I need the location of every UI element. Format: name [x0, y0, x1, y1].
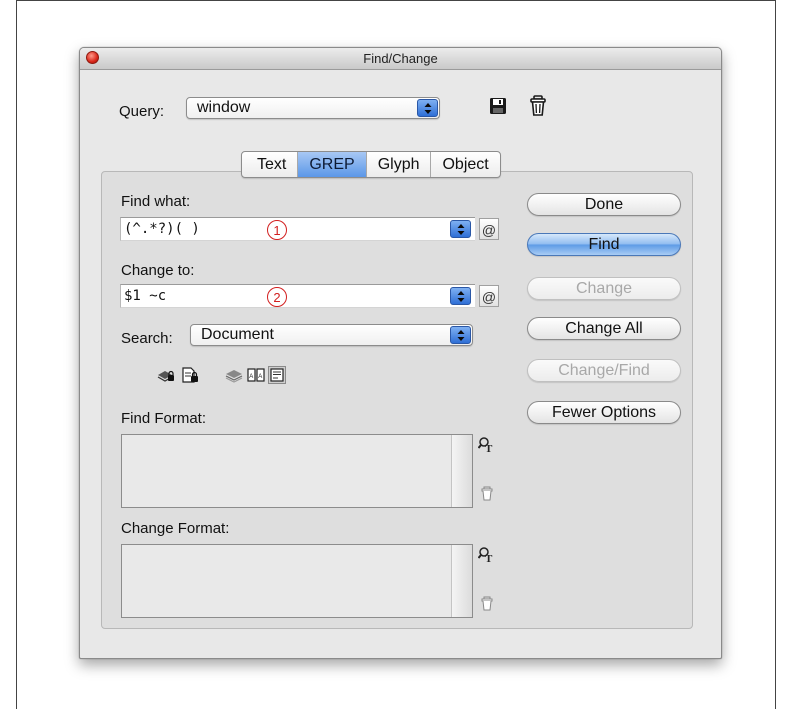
tab-grep[interactable]: GREP — [297, 152, 366, 177]
change-button[interactable]: Change — [527, 277, 681, 300]
change-format-scrollbar[interactable] — [451, 545, 472, 617]
annotation-marker-1: 1 — [267, 220, 287, 240]
query-value: window — [197, 99, 251, 116]
annotation-marker-2: 2 — [267, 287, 287, 307]
search-scope-select[interactable]: Document — [190, 324, 473, 346]
include-locked-stories-icon[interactable] — [181, 366, 199, 384]
find-what-label: Find what: — [121, 193, 191, 210]
save-query-icon[interactable] — [489, 97, 507, 115]
change-to-value: $1 ~c — [124, 288, 167, 304]
svg-text:A: A — [249, 374, 253, 380]
specify-find-format-icon[interactable]: T — [477, 436, 496, 455]
clear-find-format-icon[interactable] — [480, 486, 498, 504]
svg-text:T: T — [485, 443, 493, 454]
find-special-characters-button[interactable]: @ — [479, 218, 499, 240]
window-title: Find/Change — [363, 51, 438, 66]
search-scope-value: Document — [201, 326, 274, 343]
change-format-label: Change Format: — [121, 520, 230, 537]
delete-query-icon[interactable] — [529, 95, 547, 117]
specify-change-format-icon[interactable]: T — [477, 546, 496, 565]
query-stepper-icon — [417, 99, 438, 117]
search-label: Search: — [121, 330, 173, 347]
change-find-button[interactable]: Change/Find — [527, 359, 681, 382]
find-format-scrollbar[interactable] — [451, 435, 472, 507]
search-mode-tabs: Text GREP Glyph Object — [241, 151, 501, 178]
include-hidden-layers-icon[interactable] — [225, 366, 243, 384]
tab-glyph[interactable]: Glyph — [365, 152, 431, 177]
done-button[interactable]: Done — [527, 193, 681, 216]
find-button[interactable]: Find — [527, 233, 681, 256]
svg-text:A: A — [258, 374, 262, 380]
find-format-box[interactable] — [121, 434, 473, 508]
include-footnotes-icon[interactable] — [268, 366, 286, 384]
search-scope-stepper-icon — [450, 326, 471, 344]
change-format-box[interactable] — [121, 544, 473, 618]
title-bar: Find/Change — [80, 48, 721, 70]
change-to-field[interactable]: $1 ~c — [120, 284, 475, 308]
svg-text:T: T — [485, 553, 493, 564]
include-locked-layers-icon[interactable] — [157, 366, 175, 384]
query-label: Query: — [119, 103, 165, 120]
tab-object[interactable]: Object — [430, 152, 499, 177]
change-special-characters-button[interactable]: @ — [479, 285, 499, 307]
change-to-label: Change to: — [121, 262, 195, 279]
find-what-history-icon[interactable] — [450, 220, 471, 238]
fewer-options-button[interactable]: Fewer Options — [527, 401, 681, 424]
find-what-value: (^.*?)( ) — [124, 221, 200, 237]
query-select[interactable]: window — [186, 97, 440, 119]
include-master-pages-icon[interactable]: A A — [247, 366, 265, 384]
clear-change-format-icon[interactable] — [480, 596, 498, 614]
find-format-label: Find Format: — [121, 410, 207, 427]
change-to-history-icon[interactable] — [450, 287, 471, 305]
tab-text[interactable]: Text — [242, 152, 297, 177]
find-what-field[interactable]: (^.*?)( ) — [120, 217, 475, 241]
change-all-button[interactable]: Change All — [527, 317, 681, 340]
